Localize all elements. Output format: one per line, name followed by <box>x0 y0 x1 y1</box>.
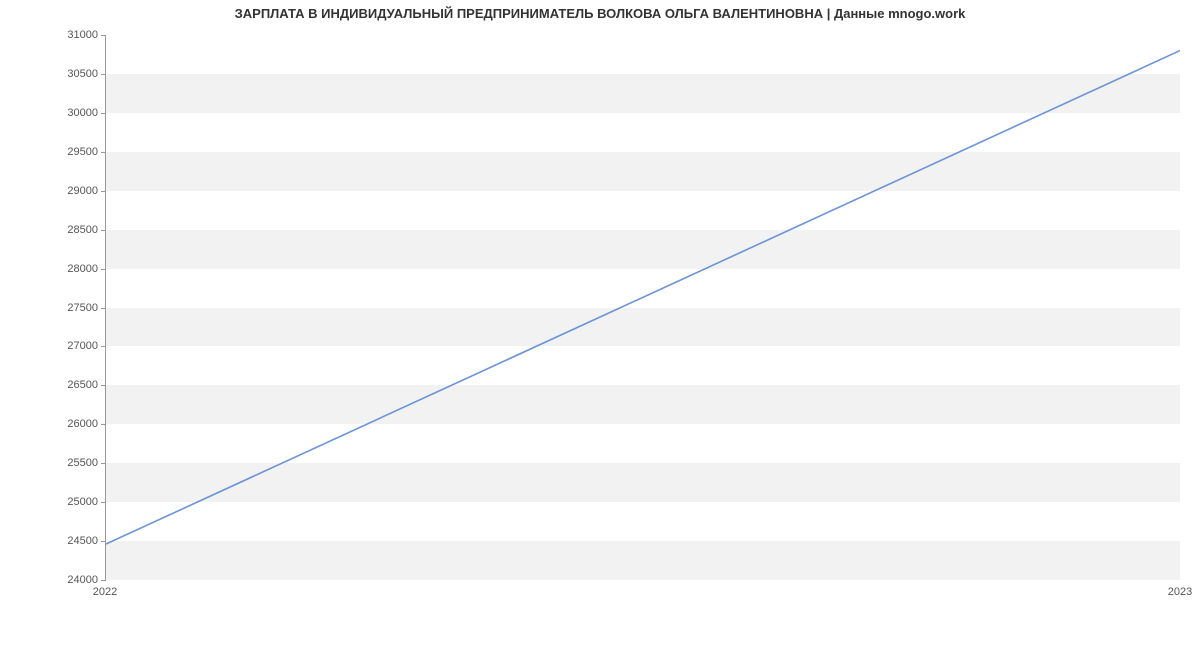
y-tick-label: 25500 <box>8 457 98 469</box>
y-tick-mark <box>101 152 106 153</box>
y-tick-label: 29000 <box>8 185 98 197</box>
y-tick-label: 30500 <box>8 68 98 80</box>
y-tick-label: 26500 <box>8 379 98 391</box>
y-tick-mark <box>101 424 106 425</box>
x-tick-label: 2022 <box>93 586 117 598</box>
chart-title: ЗАРПЛАТА В ИНДИВИДУАЛЬНЫЙ ПРЕДПРИНИМАТЕЛ… <box>0 6 1200 21</box>
y-tick-mark <box>101 74 106 75</box>
y-tick-label: 24000 <box>8 574 98 586</box>
plot-area <box>105 35 1180 580</box>
y-tick-mark <box>101 269 106 270</box>
y-tick-label: 27000 <box>8 340 98 352</box>
y-tick-label: 28500 <box>8 224 98 236</box>
salary-line-chart: ЗАРПЛАТА В ИНДИВИДУАЛЬНЫЙ ПРЕДПРИНИМАТЕЛ… <box>0 0 1200 630</box>
y-tick-label: 31000 <box>8 29 98 41</box>
y-tick-mark <box>101 385 106 386</box>
y-tick-label: 30000 <box>8 107 98 119</box>
y-tick-mark <box>101 541 106 542</box>
y-tick-mark <box>101 35 106 36</box>
y-tick-label: 24500 <box>8 535 98 547</box>
y-tick-mark <box>101 463 106 464</box>
y-tick-label: 26000 <box>8 418 98 430</box>
y-tick-mark <box>101 230 106 231</box>
y-tick-mark <box>101 346 106 347</box>
y-tick-mark <box>101 308 106 309</box>
y-tick-label: 28000 <box>8 263 98 275</box>
y-tick-label: 25000 <box>8 496 98 508</box>
y-tick-label: 29500 <box>8 146 98 158</box>
line-series <box>106 35 1180 579</box>
y-tick-mark <box>101 113 106 114</box>
y-tick-mark <box>101 580 106 581</box>
y-tick-mark <box>101 191 106 192</box>
y-tick-label: 27500 <box>8 302 98 314</box>
x-tick-label: 2023 <box>1168 586 1192 598</box>
y-tick-mark <box>101 502 106 503</box>
